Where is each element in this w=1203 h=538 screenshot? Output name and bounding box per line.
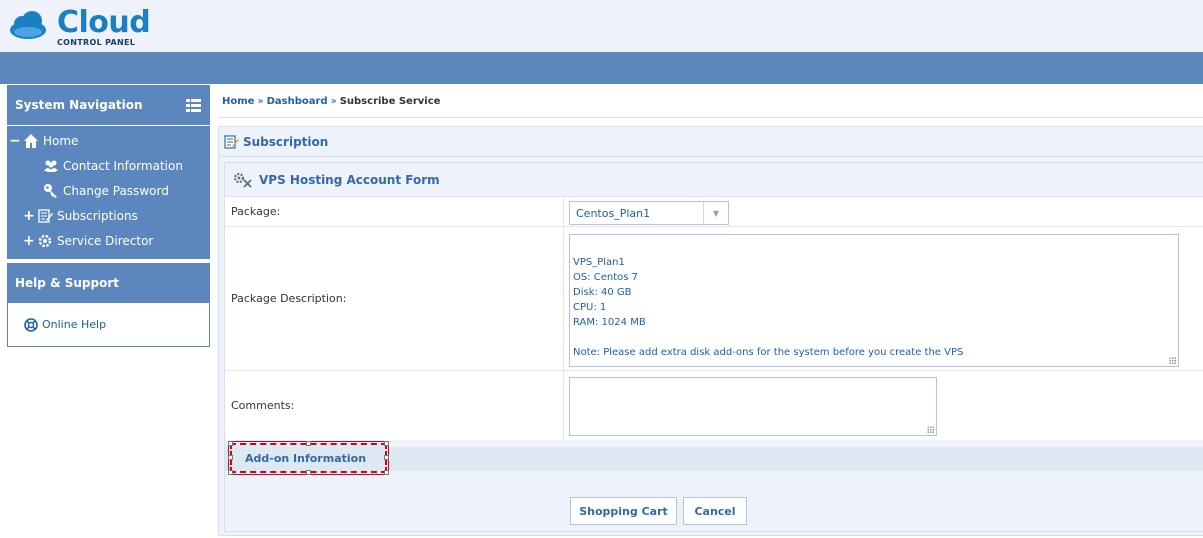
comments-label: Comments:: [225, 370, 563, 440]
top-bar: [0, 52, 1203, 84]
selection-handle: [228, 441, 233, 446]
breadcrumb-current: Subscribe Service: [339, 95, 441, 107]
addon-information-tab[interactable]: Add-on Information: [228, 441, 389, 475]
home-icon: [24, 133, 38, 148]
cancel-button[interactable]: Cancel: [683, 497, 747, 525]
help-support-body: Online Help: [7, 303, 210, 347]
list-menu-icon[interactable]: [186, 98, 201, 112]
package-description-cell: VPS_Plan1 OS: Centos 7 Disk: 40 GB CPU: …: [563, 226, 1203, 370]
selection-handle: [228, 470, 233, 475]
selection-handle: [384, 441, 389, 446]
collapse-toggle-icon[interactable]: −: [9, 133, 21, 149]
nav-item-home[interactable]: − Home: [7, 128, 210, 153]
selection-handle: [384, 470, 389, 475]
subscription-title: Subscription: [243, 134, 329, 149]
nav-tree: − Home Contact Information Change Passwo…: [7, 126, 210, 259]
comments-textarea[interactable]: [569, 377, 937, 436]
breadcrumb-home-link[interactable]: Home: [222, 96, 254, 107]
nav-item-service-director[interactable]: + Service Director: [7, 228, 210, 253]
breadcrumb-separator: »: [330, 95, 337, 107]
addon-information-label: Add-on Information: [245, 451, 367, 465]
chevron-down-icon[interactable]: ▼: [703, 202, 728, 224]
selection-handle: [306, 470, 311, 475]
selection-handle: [384, 455, 389, 460]
help-support-header: Help & Support: [7, 263, 210, 303]
vps-hosting-form: VPS Hosting Account Form Package: Centos…: [224, 162, 1203, 532]
online-help-link[interactable]: Online Help: [42, 318, 106, 331]
logo-title: Cloud: [57, 5, 151, 40]
package-label: Package:: [225, 196, 563, 226]
package-description-textarea[interactable]: VPS_Plan1 OS: Centos 7 Disk: 40 GB CPU: …: [569, 234, 1179, 367]
package-select[interactable]: Centos_Plan1 ▼: [569, 201, 729, 225]
subscription-icon: [224, 134, 239, 149]
selection-handle: [306, 441, 311, 446]
system-navigation-header: System Navigation: [7, 85, 210, 126]
users-icon: [44, 160, 58, 172]
logo[interactable]: Cloud CONTROL PANEL: [7, 5, 151, 48]
package-row: Package: Centos_Plan1 ▼: [225, 196, 1203, 226]
package-description-label: Package Description:: [225, 226, 563, 370]
breadcrumb: Home » Dashboard » Subscribe Service: [218, 85, 1203, 118]
expand-toggle-icon[interactable]: +: [23, 233, 35, 249]
package-description-row: Package Description: VPS_Plan1 OS: Cento…: [225, 226, 1203, 370]
package-description-text: VPS_Plan1 OS: Centos 7 Disk: 40 GB CPU: …: [573, 257, 964, 358]
nav-item-subscriptions[interactable]: + Subscriptions: [7, 203, 210, 228]
app-header: Cloud CONTROL PANEL: [0, 0, 1203, 52]
shopping-cart-button[interactable]: Shopping Cart: [570, 497, 677, 525]
nav-item-contact-information[interactable]: Contact Information: [7, 153, 210, 178]
expand-toggle-icon[interactable]: +: [23, 208, 35, 224]
resize-grip-icon[interactable]: [1169, 357, 1176, 364]
breadcrumb-dashboard-link[interactable]: Dashboard: [267, 96, 328, 107]
nav-label-home: Home: [43, 133, 79, 148]
comments-row: Comments:: [225, 370, 1203, 440]
breadcrumb-separator: »: [257, 95, 264, 107]
nav-label-change-password: Change Password: [63, 183, 169, 198]
resize-grip-icon[interactable]: [927, 426, 934, 433]
nav-label-contact-information: Contact Information: [63, 158, 183, 173]
subscription-panel: Subscription VPS Hosting Account Form Pa…: [218, 126, 1203, 536]
nav-item-change-password[interactable]: Change Password: [7, 178, 210, 203]
selection-handle: [228, 455, 233, 460]
cloud-icon: [10, 11, 46, 39]
form-title: VPS Hosting Account Form: [259, 172, 440, 187]
lifebuoy-icon: [24, 317, 38, 332]
comments-cell: [563, 370, 1203, 440]
subscription-header: Subscription: [219, 127, 1203, 157]
key-icon: [44, 183, 57, 198]
nav-label-subscriptions: Subscriptions: [57, 208, 138, 223]
package-selected-value: Centos_Plan1: [576, 206, 651, 220]
sidebar: System Navigation − Home Contact Informa…: [7, 85, 210, 347]
form-header: VPS Hosting Account Form: [225, 163, 1203, 196]
system-navigation-title: System Navigation: [15, 98, 143, 112]
package-value-cell: Centos_Plan1 ▼: [563, 196, 1203, 226]
gear-icon: [38, 234, 52, 247]
tools-icon: [233, 172, 252, 188]
subscription-icon: [38, 208, 53, 223]
nav-label-service-director: Service Director: [57, 233, 154, 248]
